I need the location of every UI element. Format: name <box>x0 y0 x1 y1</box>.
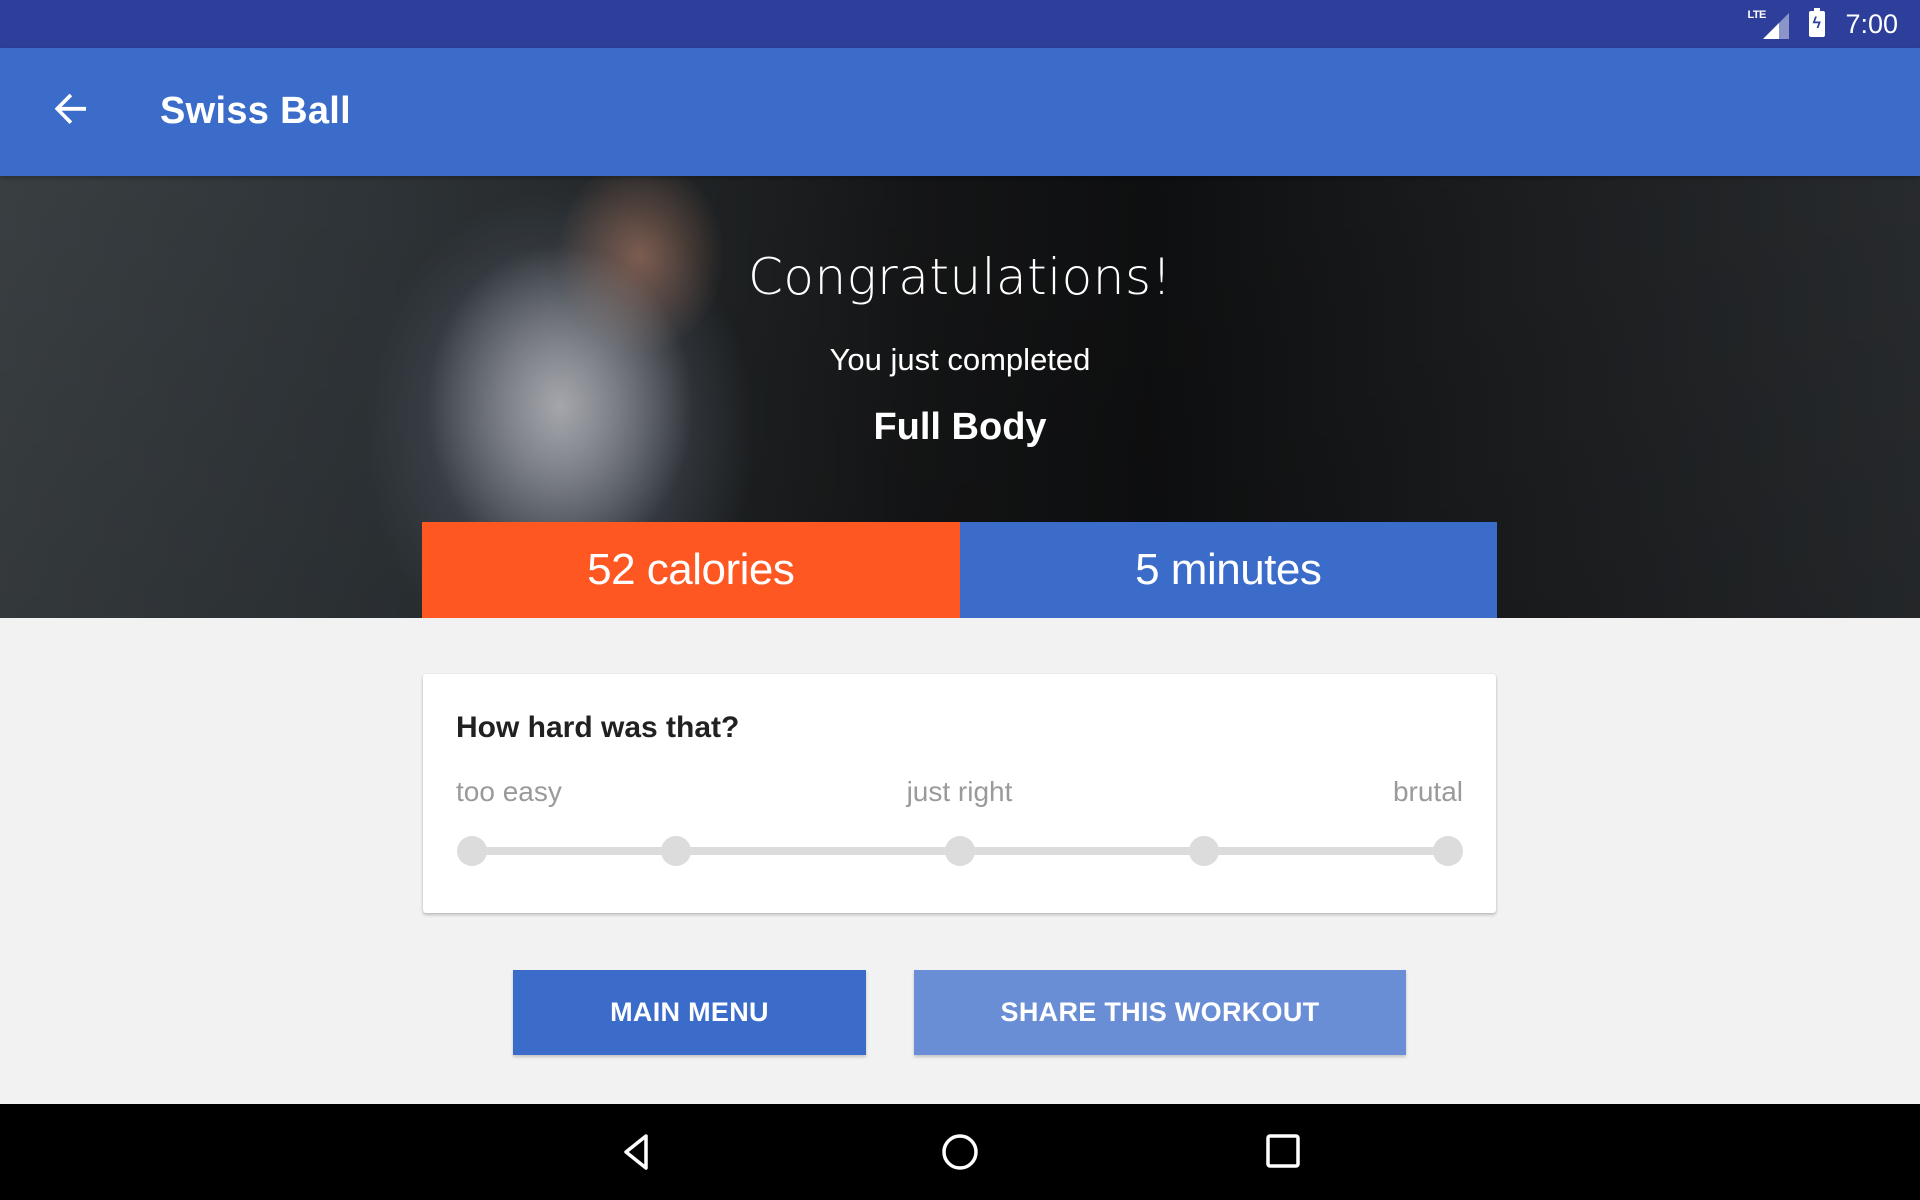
difficulty-step-1[interactable] <box>457 836 487 866</box>
back-button[interactable] <box>48 86 96 134</box>
main-menu-button[interactable]: MAIN MENU <box>513 970 866 1055</box>
page-title: Swiss Ball <box>160 90 351 132</box>
arrow-back-icon <box>54 93 86 124</box>
nav-back-button[interactable] <box>610 1126 662 1178</box>
clock: 7:00 <box>1845 8 1898 39</box>
duration-stat: 5 minutes <box>959 522 1497 618</box>
nav-recents-button[interactable] <box>1258 1126 1310 1178</box>
home-icon <box>942 1134 978 1170</box>
status-bar: LTE ϟ 7:00 <box>0 0 1920 48</box>
nav-home-button[interactable] <box>934 1126 986 1178</box>
recents-icon <box>1266 1134 1300 1168</box>
congratulations-heading: Congratulations! <box>747 248 1173 306</box>
difficulty-step-5[interactable] <box>1433 836 1463 866</box>
difficulty-step-2[interactable] <box>661 836 691 866</box>
difficulty-step-3[interactable] <box>945 836 975 866</box>
share-workout-button[interactable]: SHARE THIS WORKOUT <box>914 970 1406 1055</box>
battery-charging-icon: ϟ <box>1809 8 1826 37</box>
completed-subtitle: You just completed <box>829 342 1091 377</box>
system-nav-bar <box>0 1104 1920 1200</box>
workout-stats: 52 calories 5 minutes <box>422 522 1497 618</box>
lte-signal-icon: LTE <box>1747 9 1790 39</box>
back-icon <box>624 1134 648 1170</box>
difficulty-rating-card: How hard was that? too easy just right b… <box>423 674 1496 913</box>
label-brutal: brutal <box>1392 776 1463 807</box>
app-bar: Swiss Ball <box>0 48 1920 176</box>
workout-name: Full Body <box>873 406 1047 448</box>
calories-stat: 52 calories <box>422 522 960 618</box>
label-just-right: just right <box>906 776 1013 807</box>
rating-question: How hard was that? <box>456 711 740 744</box>
difficulty-step-4[interactable] <box>1189 836 1219 866</box>
